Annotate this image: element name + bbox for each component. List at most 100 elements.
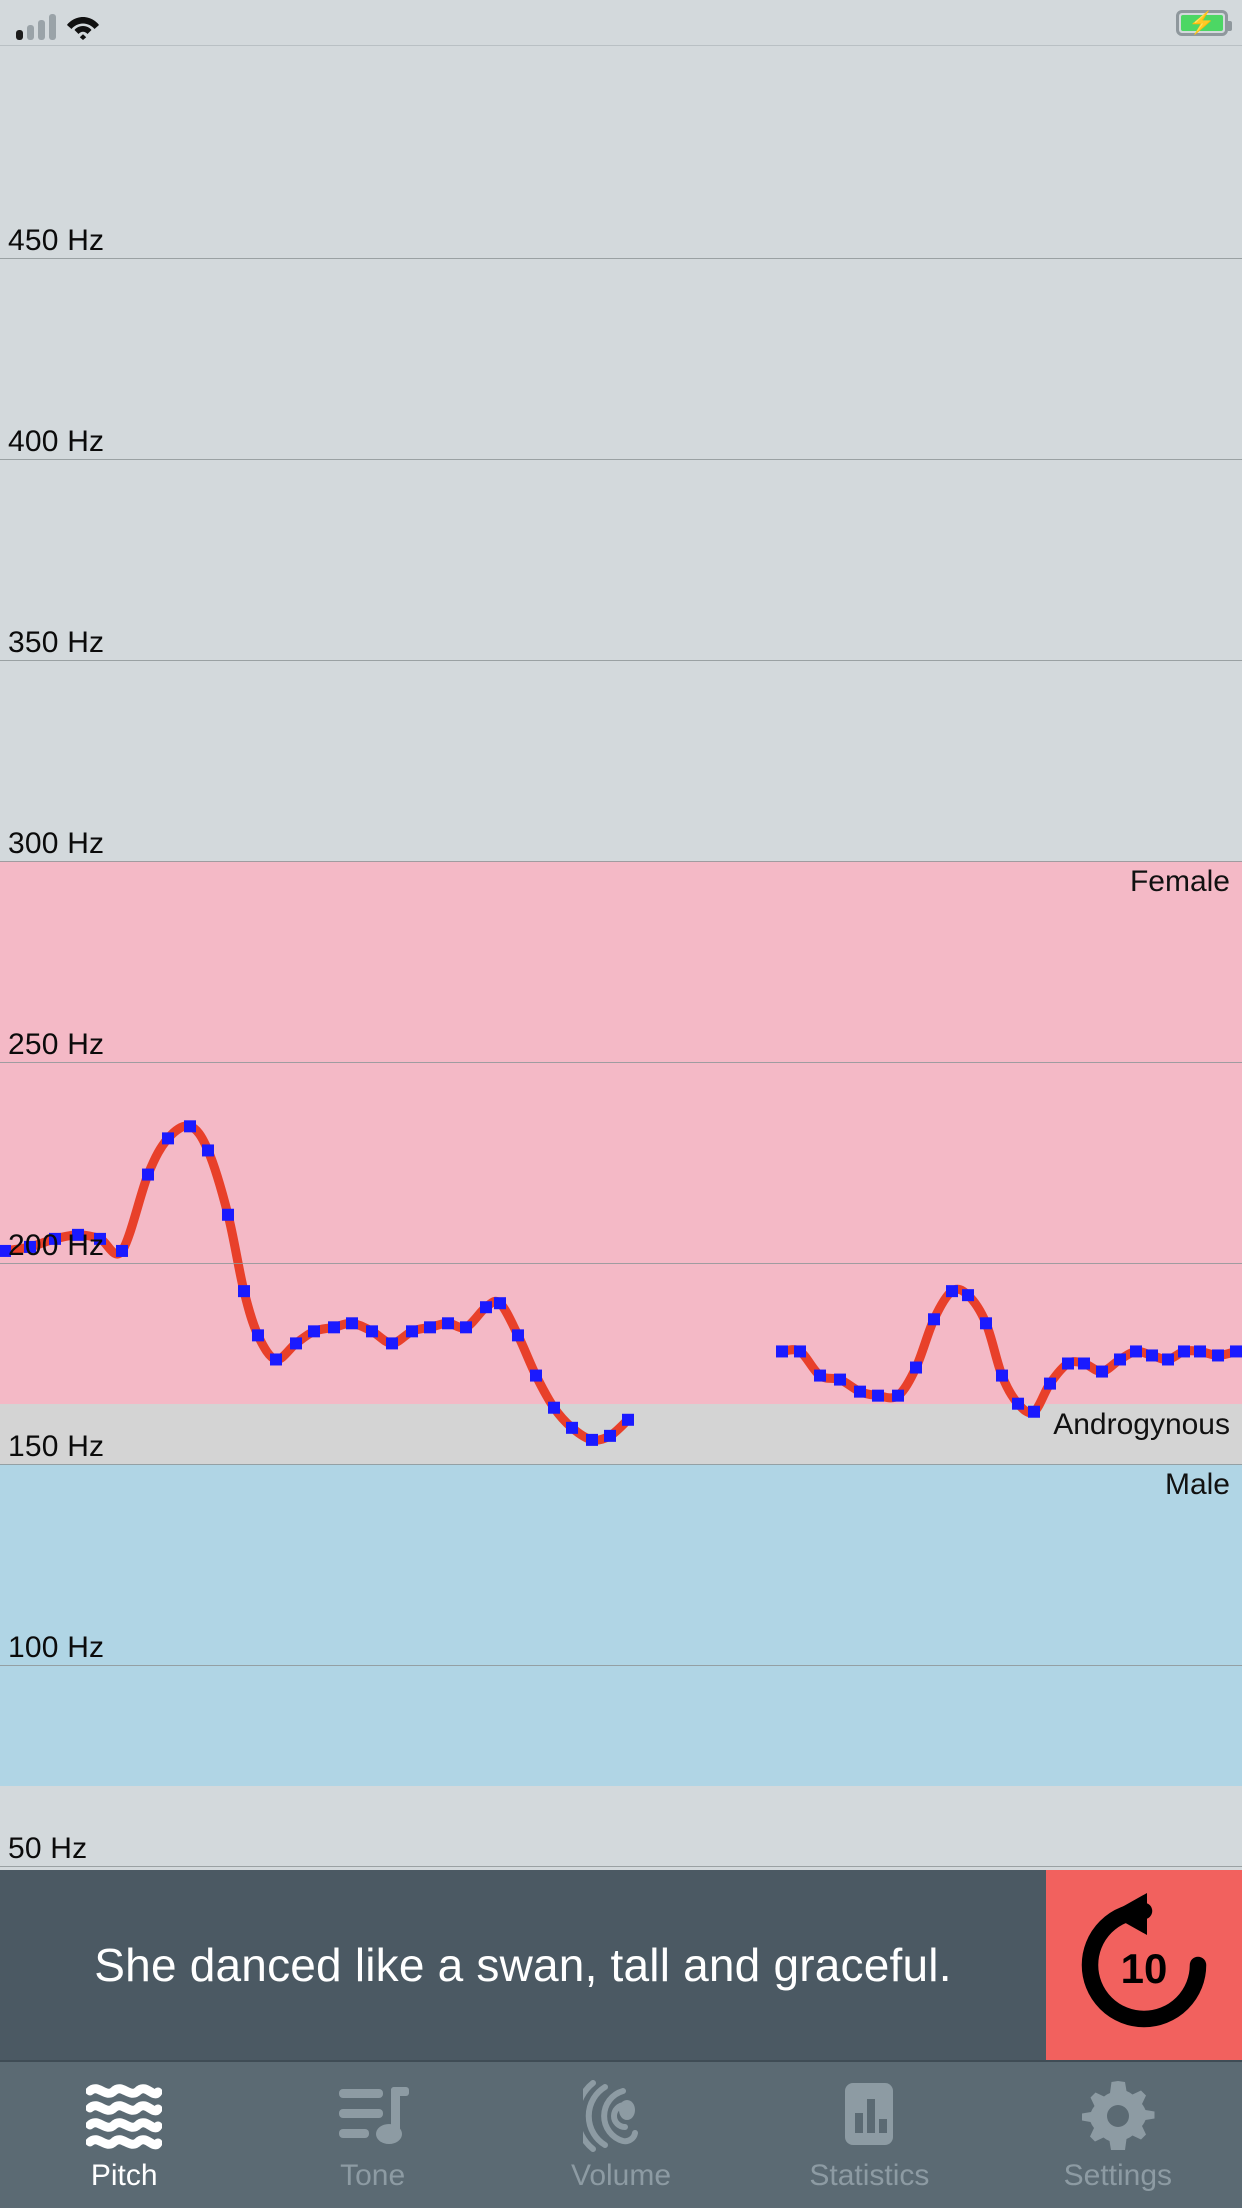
battery-charging-icon: ⚡ [1176, 10, 1232, 36]
tab-label-pitch: Pitch [90, 2159, 158, 2192]
gridline [0, 1062, 1242, 1063]
y-axis-label: 200 Hz [8, 1229, 105, 1262]
tab-label-tone: Tone [340, 2159, 406, 2192]
pitch-data-point [1062, 1357, 1074, 1370]
zone-label-male: Male [1164, 1468, 1230, 1501]
pitch-data-point [162, 1132, 174, 1145]
tab-label-statistics: Statistics [809, 2159, 930, 2192]
pitch-data-point [794, 1345, 806, 1358]
gridline [0, 1263, 1242, 1264]
pitch-data-point [238, 1285, 250, 1298]
pitch-data-point [328, 1321, 340, 1334]
pitch-data-point [530, 1369, 542, 1382]
pitch-data-point [386, 1337, 398, 1350]
pitch-data-point [892, 1389, 904, 1402]
pitch-data-point [1212, 1349, 1224, 1362]
pitch-data-point [834, 1373, 846, 1386]
gridline [0, 1866, 1242, 1867]
y-axis-label: 350 Hz [8, 626, 105, 659]
status-bar-right: ⚡ [1176, 8, 1232, 38]
pitch-data-point [1230, 1345, 1242, 1358]
y-axis-label: 150 Hz [8, 1430, 105, 1463]
ear-icon [583, 2079, 659, 2153]
pitch-data-point [1096, 1365, 1108, 1378]
tab-label-volume: Volume [570, 2159, 672, 2192]
pitch-data-point [184, 1120, 196, 1133]
pitch-chart[interactable]: 450 Hz 400 Hz 350 Hz 300 Hz 250 Hz 200 Hz 150 … [0, 46, 1242, 1870]
pitch-data-point [252, 1329, 264, 1342]
y-axis-label: 100 Hz [8, 1631, 105, 1664]
pitch-data-point [962, 1289, 974, 1302]
status-bar: ⚡ [0, 0, 1242, 46]
pitch-data-point [424, 1321, 436, 1334]
pitch-data-point [1194, 1345, 1206, 1358]
wifi-icon [66, 14, 100, 40]
pitch-data-point [854, 1385, 866, 1398]
pitch-data-point [814, 1369, 826, 1382]
pitch-data-point [366, 1325, 378, 1338]
replay-seconds-label: 10 [1120, 1944, 1168, 1992]
pitch-data-point [270, 1353, 282, 1366]
pitch-data-point [586, 1433, 598, 1446]
tab-bar: Pitch Tone Volume Statistics Settings [0, 2060, 1242, 2208]
gridline [0, 1665, 1242, 1666]
pitch-data-point [776, 1345, 788, 1358]
zone-label-androgynous: Androgynous [1053, 1407, 1230, 1441]
pitch-data-point [116, 1244, 128, 1257]
pitch-data-point [1044, 1377, 1056, 1390]
pitch-data-point [566, 1421, 578, 1434]
caption-bar: She danced like a swan, tall and gracefu… [0, 1870, 1242, 2060]
pitch-data-point [1178, 1345, 1190, 1358]
pitch-data-point [872, 1389, 884, 1402]
y-axis-label: 50 Hz [8, 1832, 88, 1865]
pitch-curve [0, 1120, 1242, 1446]
cellular-signal-icon [16, 14, 56, 40]
pitch-data-point [622, 1413, 634, 1426]
music-note-icon [335, 2079, 411, 2153]
y-axis-label: 300 Hz [8, 827, 105, 860]
pitch-data-point [442, 1317, 454, 1330]
pitch-data-point [1146, 1349, 1158, 1362]
pitch-line-segment-1 [0, 1121, 633, 1445]
waves-icon [86, 2079, 163, 2153]
pitch-data-point [946, 1285, 958, 1298]
pitch-data-point [1012, 1397, 1024, 1410]
zone-label-female: Female [1129, 865, 1230, 898]
replay-10-button[interactable]: 10 [1046, 1870, 1242, 2060]
caption-text: She danced like a swan, tall and gracefu… [94, 1938, 952, 1991]
status-bar-left [16, 8, 100, 40]
pitch-data-point [910, 1361, 922, 1374]
tab-label-settings: Settings [1063, 2159, 1173, 2192]
pitch-data-point [1114, 1353, 1126, 1366]
pitch-data-point [996, 1369, 1008, 1382]
gridline [0, 459, 1242, 460]
y-axis-label: 250 Hz [8, 1028, 105, 1061]
tab-pitch[interactable]: Pitch [0, 2062, 248, 2208]
pitch-data-point [202, 1144, 214, 1157]
battery-bolt-glyph: ⚡ [1188, 10, 1216, 35]
pitch-data-point [222, 1208, 234, 1221]
pitch-data-point [512, 1329, 524, 1342]
tab-volume[interactable]: Volume [497, 2062, 745, 2208]
pitch-data-point [604, 1429, 616, 1442]
pitch-data-point [1162, 1353, 1174, 1366]
pitch-data-point [1078, 1357, 1090, 1370]
tab-settings[interactable]: Settings [994, 2062, 1242, 2208]
pitch-line-segment-2 [777, 1284, 1241, 1418]
pitch-data-point [308, 1325, 320, 1338]
pitch-data-point [346, 1317, 358, 1330]
gridline [0, 258, 1242, 259]
tab-statistics[interactable]: Statistics [745, 2062, 993, 2208]
pitch-data-point [406, 1325, 418, 1338]
pitch-data-point [290, 1337, 302, 1350]
pitch-data-point [1028, 1405, 1040, 1418]
pitch-data-point [548, 1401, 560, 1414]
pitch-data-point [142, 1168, 154, 1181]
gridline [0, 660, 1242, 661]
tab-tone[interactable]: Tone [248, 2062, 496, 2208]
bar-chart-icon [831, 2079, 907, 2153]
gear-icon [1080, 2079, 1156, 2153]
pitch-data-point [494, 1297, 506, 1310]
y-axis-label: 450 Hz [8, 224, 105, 257]
pitch-data-point [480, 1301, 492, 1314]
